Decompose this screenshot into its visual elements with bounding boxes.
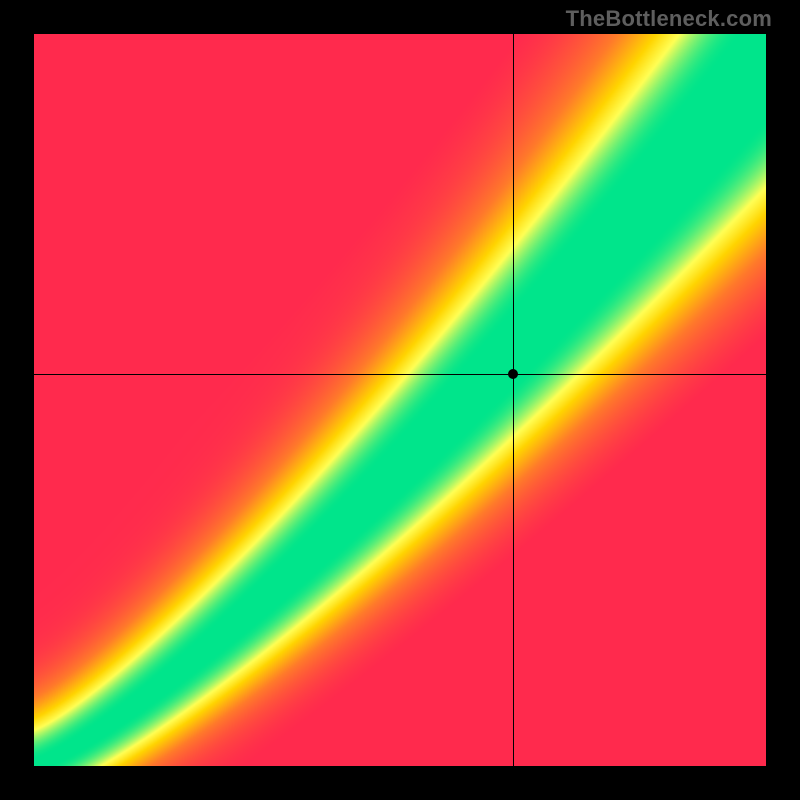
chart-frame: TheBottleneck.com: [0, 0, 800, 800]
heatmap-plot: [34, 34, 766, 766]
watermark-text: TheBottleneck.com: [566, 6, 772, 32]
heatmap-canvas: [34, 34, 766, 766]
